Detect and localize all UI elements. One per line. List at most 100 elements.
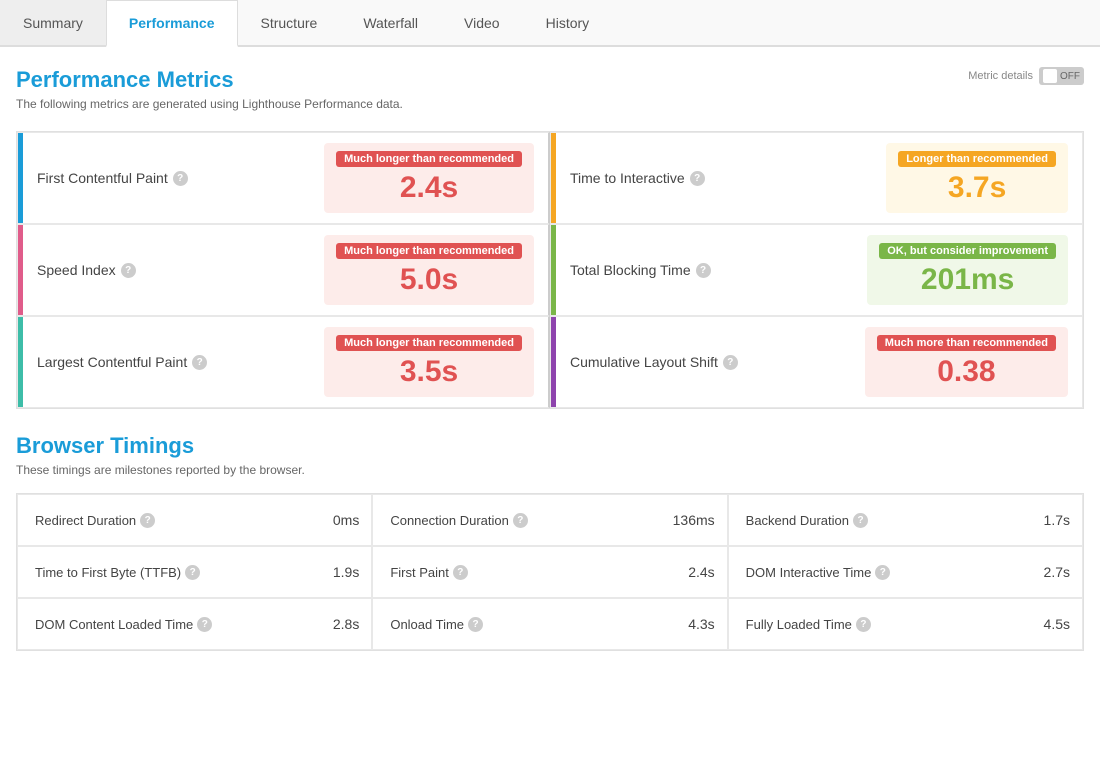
tab-performance[interactable]: Performance [106, 0, 238, 47]
performance-desc: The following metrics are generated usin… [16, 97, 403, 111]
timing-value-6: 2.8s [333, 616, 359, 632]
timing-value-2: 1.7s [1044, 512, 1070, 528]
metric-value-4: 3.5s [400, 355, 458, 389]
metric-inner-3: Total Blocking Time ? OK, but consider im… [556, 225, 1082, 315]
timing-name-1: Connection Duration ? [390, 513, 528, 528]
timing-help-5[interactable]: ? [875, 565, 890, 580]
metric-inner-4: Largest Contentful Paint ? Much longer th… [23, 317, 548, 407]
timing-inner-5: DOM Interactive Time ? 2.7s [734, 554, 1082, 590]
timing-card-3: Time to First Byte (TTFB) ? 1.9s [17, 546, 372, 598]
metric-card-2: Speed Index ? Much longer than recommende… [17, 224, 550, 316]
timing-help-8[interactable]: ? [856, 617, 871, 632]
metric-card-4: Largest Contentful Paint ? Much longer th… [17, 316, 550, 408]
timing-help-0[interactable]: ? [140, 513, 155, 528]
timing-help-3[interactable]: ? [185, 565, 200, 580]
metrics-grid: First Contentful Paint ? Much longer than… [16, 131, 1084, 409]
browser-timings-desc: These timings are milestones reported by… [16, 463, 1084, 477]
metric-value-box-4: Much longer than recommended 3.5s [324, 327, 534, 397]
metric-value-box-1: Longer than recommended 3.7s [886, 143, 1068, 213]
metric-details-row: Metric details OFF [968, 67, 1084, 85]
timing-help-7[interactable]: ? [468, 617, 483, 632]
timing-inner-3: Time to First Byte (TTFB) ? 1.9s [23, 554, 371, 590]
metric-value-0: 2.4s [400, 171, 458, 205]
metric-details-label: Metric details [968, 70, 1033, 82]
timing-inner-0: Redirect Duration ? 0ms [23, 502, 371, 538]
metric-name-5: Cumulative Layout Shift ? [570, 354, 738, 370]
metric-status-label-5: Much more than recommended [877, 335, 1056, 351]
tab-structure[interactable]: Structure [238, 0, 341, 45]
timing-inner-6: DOM Content Loaded Time ? 2.8s [23, 606, 371, 642]
metric-help-4[interactable]: ? [192, 355, 207, 370]
header-row: Performance Metrics The following metric… [16, 67, 1084, 127]
timing-name-0: Redirect Duration ? [35, 513, 155, 528]
timing-value-5: 2.7s [1044, 564, 1070, 580]
metric-status-label-2: Much longer than recommended [336, 243, 522, 259]
timing-name-2: Backend Duration ? [746, 513, 868, 528]
metric-card-0: First Contentful Paint ? Much longer than… [17, 132, 550, 224]
metric-name-3: Total Blocking Time ? [570, 262, 711, 278]
metric-inner-5: Cumulative Layout Shift ? Much more than … [556, 317, 1082, 407]
timing-card-0: Redirect Duration ? 0ms [17, 494, 372, 546]
performance-title: Performance Metrics [16, 67, 403, 93]
timing-help-2[interactable]: ? [853, 513, 868, 528]
timing-value-0: 0ms [333, 512, 359, 528]
tab-bar: SummaryPerformanceStructureWaterfallVide… [0, 0, 1100, 47]
timing-inner-2: Backend Duration ? 1.7s [734, 502, 1082, 538]
timing-help-1[interactable]: ? [513, 513, 528, 528]
metric-value-5: 0.38 [937, 355, 995, 389]
timing-value-7: 4.3s [688, 616, 714, 632]
metric-help-5[interactable]: ? [723, 355, 738, 370]
timings-grid: Redirect Duration ? 0ms Connection Duratio… [16, 493, 1084, 651]
main-content: Performance Metrics The following metric… [0, 47, 1100, 671]
metric-value-box-0: Much longer than recommended 2.4s [324, 143, 534, 213]
metric-value-box-5: Much more than recommended 0.38 [865, 327, 1068, 397]
metric-help-3[interactable]: ? [696, 263, 711, 278]
metric-status-label-4: Much longer than recommended [336, 335, 522, 351]
timing-card-1: Connection Duration ? 136ms [372, 494, 727, 546]
metric-name-4: Largest Contentful Paint ? [37, 354, 207, 370]
timing-value-3: 1.9s [333, 564, 359, 580]
timing-value-1: 136ms [673, 512, 715, 528]
metric-status-label-0: Much longer than recommended [336, 151, 522, 167]
tab-summary[interactable]: Summary [0, 0, 106, 45]
timing-name-5: DOM Interactive Time ? [746, 565, 891, 580]
metric-value-box-2: Much longer than recommended 5.0s [324, 235, 534, 305]
timing-name-4: First Paint ? [390, 565, 468, 580]
timing-name-3: Time to First Byte (TTFB) ? [35, 565, 200, 580]
metric-name-1: Time to Interactive ? [570, 170, 705, 186]
metric-inner-0: First Contentful Paint ? Much longer than… [23, 133, 548, 223]
metric-details-toggle[interactable]: OFF [1039, 67, 1084, 85]
metric-name-2: Speed Index ? [37, 262, 136, 278]
tab-history[interactable]: History [523, 0, 613, 45]
timing-card-4: First Paint ? 2.4s [372, 546, 727, 598]
metric-card-3: Total Blocking Time ? OK, but consider im… [550, 224, 1083, 316]
timing-card-8: Fully Loaded Time ? 4.5s [728, 598, 1083, 650]
timing-name-8: Fully Loaded Time ? [746, 617, 871, 632]
timing-name-6: DOM Content Loaded Time ? [35, 617, 212, 632]
toggle-label: OFF [1060, 71, 1080, 82]
timing-name-7: Onload Time ? [390, 617, 483, 632]
metric-value-1: 3.7s [948, 171, 1006, 205]
timing-card-6: DOM Content Loaded Time ? 2.8s [17, 598, 372, 650]
metric-value-box-3: OK, but consider improvement201ms [867, 235, 1068, 305]
timing-help-4[interactable]: ? [453, 565, 468, 580]
metric-status-label-1: Longer than recommended [898, 151, 1056, 167]
timing-inner-7: Onload Time ? 4.3s [378, 606, 726, 642]
metric-value-2: 5.0s [400, 263, 458, 297]
metric-name-0: First Contentful Paint ? [37, 170, 188, 186]
tab-waterfall[interactable]: Waterfall [340, 0, 441, 45]
metric-card-1: Time to Interactive ? Longer than recomme… [550, 132, 1083, 224]
metric-help-2[interactable]: ? [121, 263, 136, 278]
metric-value-3: 201ms [921, 263, 1014, 297]
metric-help-1[interactable]: ? [690, 171, 705, 186]
timing-card-5: DOM Interactive Time ? 2.7s [728, 546, 1083, 598]
timing-help-6[interactable]: ? [197, 617, 212, 632]
browser-timings-section: Browser Timings These timings are milest… [16, 433, 1084, 651]
metric-help-0[interactable]: ? [173, 171, 188, 186]
timing-value-4: 2.4s [688, 564, 714, 580]
toggle-knob [1043, 69, 1057, 83]
browser-timings-title: Browser Timings [16, 433, 1084, 459]
metric-inner-1: Time to Interactive ? Longer than recomme… [556, 133, 1082, 223]
timing-value-8: 4.5s [1044, 616, 1070, 632]
tab-video[interactable]: Video [441, 0, 523, 45]
